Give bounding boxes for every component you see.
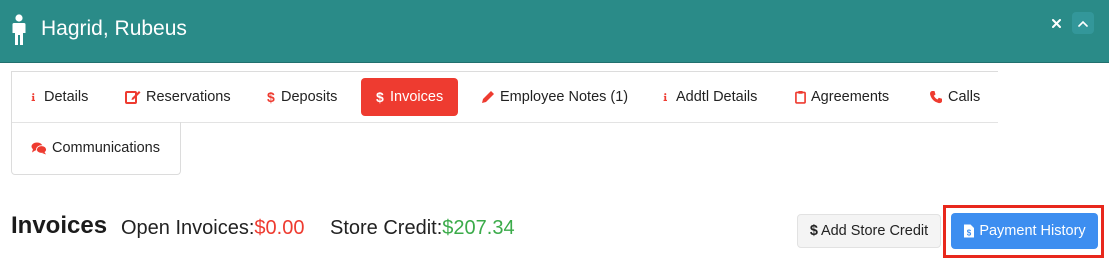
tab-label: Details [44, 89, 89, 105]
payment-history-label: Payment History [979, 223, 1086, 239]
open-invoices-value: $0.00 [254, 217, 305, 239]
tab-label: Reservations [146, 89, 231, 105]
person-icon [12, 14, 26, 45]
tab-agreements[interactable]: Agreements [795, 78, 889, 116]
dollar-icon: $ [376, 89, 384, 105]
file-invoice-dollar-icon: $ [964, 224, 975, 238]
tab-communications[interactable]: Communications [11, 122, 181, 175]
tab-label: Agreements [811, 89, 890, 105]
tab-deposits[interactable]: $ Deposits [267, 78, 337, 116]
svg-text:$: $ [967, 229, 972, 238]
close-button[interactable] [1045, 12, 1067, 34]
add-store-credit-label: Add Store Credit [820, 223, 929, 239]
edit-icon [125, 91, 141, 104]
payment-history-button[interactable]: $ Payment History [951, 213, 1098, 249]
collapse-button[interactable] [1072, 12, 1094, 34]
tab-employee-notes[interactable]: Employee Notes (1) [481, 78, 628, 116]
tab-label: Calls [948, 89, 981, 105]
tab-details[interactable]: Details [31, 78, 88, 116]
dollar-icon: $ [267, 89, 275, 105]
modal-header: Hagrid, Rubeus [0, 0, 1109, 63]
tab-addtl-details[interactable]: Addtl Details [663, 78, 757, 116]
clipboard-icon [795, 91, 806, 104]
pencil-icon [482, 91, 494, 103]
tab-calls[interactable]: Calls [929, 78, 980, 116]
add-store-credit-button[interactable]: $ Add Store Credit [797, 214, 941, 248]
open-invoices-label: Open Invoices: [121, 217, 255, 239]
tab-label: Employee Notes (1) [500, 89, 629, 105]
info-icon [663, 93, 667, 101]
comments-icon [31, 142, 47, 155]
chevron-up-icon [1078, 20, 1088, 27]
phone-icon [930, 91, 942, 104]
close-icon [1051, 18, 1061, 28]
tab-label: Deposits [281, 89, 338, 105]
store-credit-label: Store Credit: [330, 217, 443, 239]
store-credit-summary: Store Credit:$207.34 [330, 217, 515, 240]
tab-label: Addtl Details [676, 89, 758, 105]
tab-label: Invoices [390, 89, 444, 105]
tab-label: Communications [52, 140, 160, 156]
tab-invoices[interactable]: $ Invoices [361, 78, 459, 116]
info-icon [31, 93, 35, 101]
page-title: Invoices [11, 212, 108, 239]
dollar-icon: $ [809, 223, 818, 239]
customer-name-title: Hagrid, Rubeus [41, 17, 187, 40]
store-credit-value: $207.34 [442, 217, 515, 239]
tab-reservations[interactable]: Reservations [125, 78, 231, 116]
open-invoices-summary: Open Invoices:$0.00 [121, 217, 304, 240]
